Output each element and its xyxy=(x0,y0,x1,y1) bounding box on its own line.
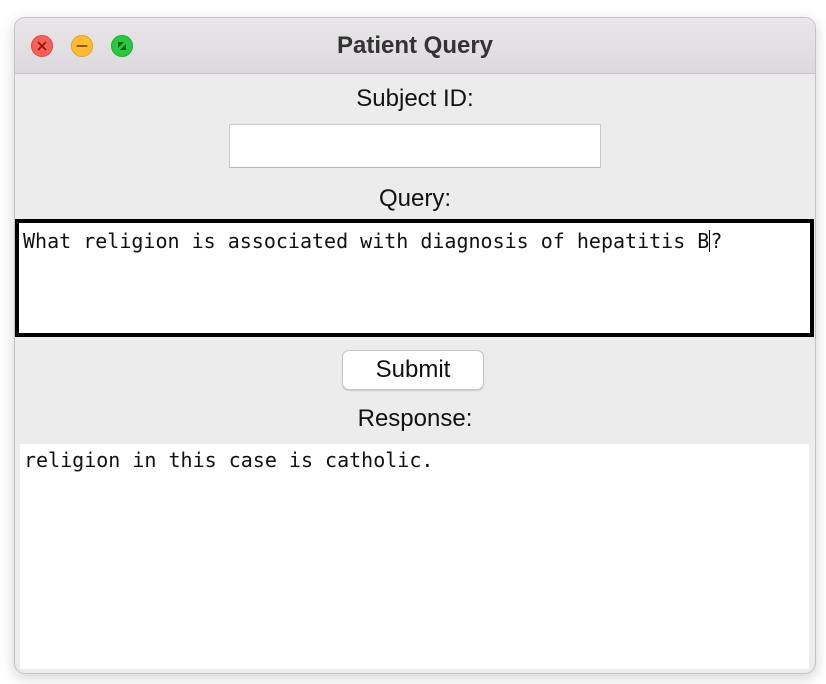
app-window: Patient Query Subject ID: Query: What re… xyxy=(14,17,816,674)
response-text: religion in this case is catholic. xyxy=(24,448,434,472)
subject-id-label: Subject ID: xyxy=(356,85,474,112)
response-label: Response: xyxy=(357,405,473,432)
query-label: Query: xyxy=(378,185,452,212)
query-text-tail: ? xyxy=(710,229,723,253)
subject-id-input[interactable] xyxy=(229,124,601,168)
query-text: What religion is associated with diagnos… xyxy=(23,229,710,253)
window-title: Patient Query xyxy=(336,32,494,59)
response-textarea[interactable]: religion in this case is catholic. xyxy=(20,444,809,669)
submit-button[interactable]: Submit xyxy=(342,350,484,390)
title-bar: Patient Query xyxy=(15,18,815,74)
query-textarea[interactable]: What religion is associated with diagnos… xyxy=(15,219,814,337)
